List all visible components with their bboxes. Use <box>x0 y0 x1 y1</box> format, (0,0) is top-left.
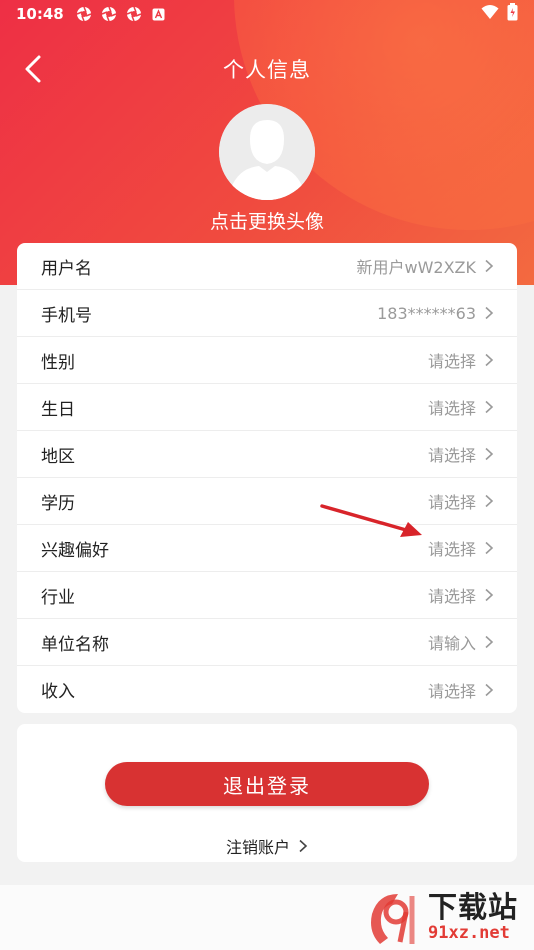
row-value: 请选择 <box>427 399 476 418</box>
a-icon <box>151 6 167 22</box>
row-value: 请输入 <box>427 634 476 653</box>
chevron-right-icon <box>484 541 494 555</box>
profile-row-birthday[interactable]: 生日 请选择 <box>17 384 517 431</box>
row-value: 新用户wW2XZK <box>356 258 476 277</box>
chevron-right-icon <box>484 353 494 367</box>
chevron-right-icon <box>484 447 494 461</box>
profile-row-phone[interactable]: 手机号 183******63 <box>17 290 517 337</box>
row-label: 学历 <box>41 493 75 514</box>
cancel-account-link[interactable]: 注销账户 <box>17 834 517 858</box>
page-title: 个人信息 <box>223 58 311 82</box>
profile-row-industry[interactable]: 行业 请选择 <box>17 572 517 619</box>
row-value: 请选择 <box>427 681 476 701</box>
site-logo-icon <box>371 893 415 944</box>
status-bar: 10:48 <box>0 0 534 28</box>
profile-row-gender[interactable]: 性别 请选择 <box>17 337 517 384</box>
chevron-right-icon <box>298 839 308 853</box>
status-time: 10:48 <box>16 5 64 23</box>
row-value: 183******63 <box>377 303 476 323</box>
logout-button[interactable]: 退出登录 <box>105 762 429 806</box>
account-actions-card: 退出登录 注销账户 <box>17 724 517 862</box>
row-label: 地区 <box>41 446 75 467</box>
row-label: 手机号 <box>41 305 92 326</box>
wifi-icon <box>481 4 499 24</box>
row-label: 行业 <box>41 587 75 608</box>
cancel-account-label: 注销账户 <box>225 838 290 857</box>
navigation-bar: 个人信息 <box>0 46 534 92</box>
aperture-icon <box>126 6 142 22</box>
aperture-icon <box>76 6 92 22</box>
chevron-right-icon <box>484 306 494 320</box>
row-value: 请选择 <box>427 493 476 512</box>
row-label: 兴趣偏好 <box>41 540 109 561</box>
profile-row-username[interactable]: 用户名 新用户wW2XZK <box>17 243 517 290</box>
chevron-left-icon <box>25 55 41 83</box>
user-silhouette-icon <box>219 104 315 200</box>
watermark-title: 下载站 <box>428 890 519 924</box>
row-label: 性别 <box>41 352 75 373</box>
chevron-right-icon <box>484 400 494 414</box>
profile-row-interests[interactable]: 兴趣偏好 请选择 <box>17 525 517 572</box>
row-value: 请选择 <box>427 446 476 465</box>
row-label: 单位名称 <box>41 634 109 655</box>
chevron-right-icon <box>484 259 494 273</box>
chevron-right-icon <box>484 683 494 697</box>
chevron-right-icon <box>484 494 494 508</box>
profile-info-card: 用户名 新用户wW2XZK 手机号 183******63 性别 请选择 生日 … <box>17 243 517 713</box>
row-value: 请选择 <box>427 587 476 606</box>
row-label: 生日 <box>41 399 75 420</box>
chevron-right-icon <box>484 635 494 649</box>
profile-row-region[interactable]: 地区 请选择 <box>17 431 517 478</box>
aperture-icon <box>101 6 117 22</box>
chevron-right-icon <box>484 588 494 602</box>
watermark-url: 91xz.net <box>428 923 510 943</box>
avatar[interactable] <box>219 104 315 200</box>
row-value: 请选择 <box>427 540 476 559</box>
profile-row-education[interactable]: 学历 请选择 <box>17 478 517 525</box>
row-label: 用户名 <box>41 258 92 279</box>
change-avatar-hint[interactable]: 点击更换头像 <box>0 207 534 234</box>
row-value: 请选择 <box>427 352 476 371</box>
profile-row-income[interactable]: 收入 请选择 <box>17 666 517 713</box>
red-annotation-arrow <box>320 504 422 537</box>
profile-row-company[interactable]: 单位名称 请输入 <box>17 619 517 666</box>
row-label: 收入 <box>41 682 75 702</box>
watermark: 下载站 91xz.net <box>362 885 534 950</box>
battery-icon <box>507 3 518 25</box>
back-button[interactable] <box>16 52 50 86</box>
